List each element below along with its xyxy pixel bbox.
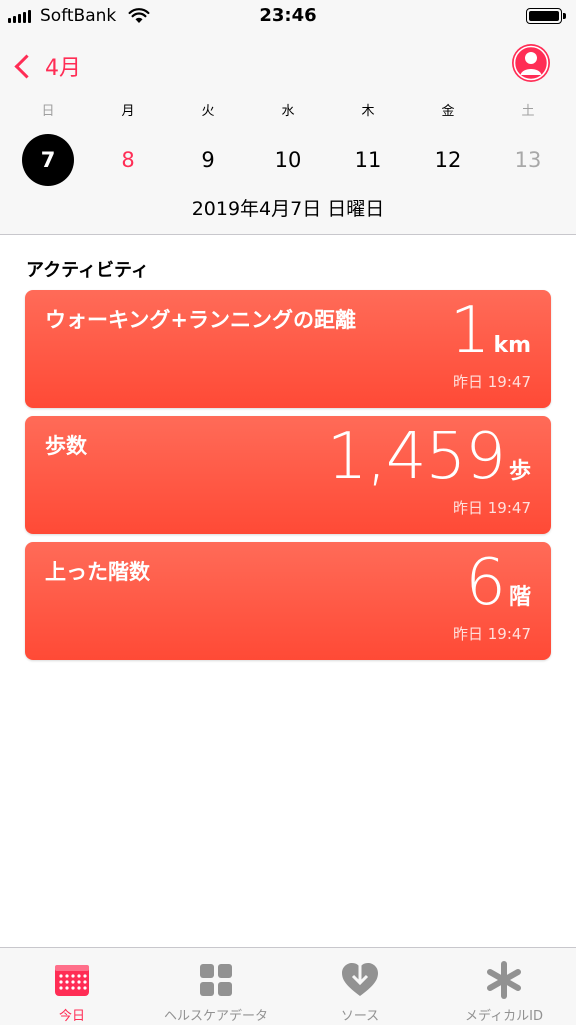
week-day-sat: 土 13 — [488, 100, 568, 186]
week-day-thu: 木 11 — [328, 100, 408, 186]
day-button[interactable]: 11 — [342, 134, 394, 186]
week-day-fri: 金 12 — [408, 100, 488, 186]
week-day-tue: 火 9 — [168, 100, 248, 186]
grid-icon — [200, 964, 232, 996]
weekday-label: 日 — [41, 104, 55, 119]
date-header: 4月 日 7 月 8 火 9 水 10 木 11 金 12 土 13 2019年… — [0, 34, 576, 235]
card-title: ウォーキング+ランニングの距離 — [45, 308, 356, 332]
steps-card[interactable]: 歩数 1,459 歩 昨日 19:47 — [25, 416, 551, 534]
profile-button[interactable] — [512, 44, 550, 82]
status-bar: SoftBank 23:46 — [0, 0, 576, 34]
value-number: 6 — [465, 546, 506, 620]
back-button[interactable]: 4月 — [10, 50, 81, 82]
calendar-icon — [55, 965, 89, 996]
weekday-label: 土 — [521, 104, 535, 119]
battery-tip — [563, 13, 566, 19]
day-button[interactable]: 12 — [422, 134, 474, 186]
person-circle-icon — [513, 45, 549, 81]
weekday-label: 火 — [201, 104, 215, 119]
day-button[interactable]: 7 — [22, 134, 74, 186]
weekday-label: 金 — [441, 104, 455, 119]
tab-sources[interactable]: ソース — [288, 948, 432, 1025]
value-unit: 階 — [508, 585, 531, 610]
tab-label: ヘルスケアデータ — [163, 1009, 268, 1024]
tab-bar: 今日 ヘルスケアデータ ソース メディカルID — [0, 947, 576, 1025]
chevron-left-icon — [14, 53, 39, 79]
card-value: 1 km — [450, 294, 531, 368]
tab-medical-id[interactable]: メディカルID — [432, 948, 576, 1025]
week-day-wed: 水 10 — [248, 100, 328, 186]
day-button[interactable]: 13 — [502, 134, 554, 186]
value-unit: km — [493, 333, 531, 358]
week-day-sun: 日 7 — [8, 100, 88, 186]
selected-date-label: 2019年4月7日 日曜日 — [191, 198, 385, 220]
card-title: 上った階数 — [45, 560, 150, 584]
section-title: アクティビティ — [26, 260, 149, 281]
status-time: 23:46 — [259, 5, 317, 26]
day-button[interactable]: 10 — [262, 134, 314, 186]
week-strip: 日 7 月 8 火 9 水 10 木 11 金 12 土 13 — [8, 100, 568, 186]
battery-icon — [526, 8, 562, 24]
weekday-label: 木 — [361, 104, 375, 119]
day-button[interactable]: 9 — [182, 134, 234, 186]
weekday-label: 水 — [281, 104, 295, 119]
tab-today[interactable]: 今日 — [0, 948, 144, 1025]
tab-label: ソース — [340, 1009, 380, 1024]
tab-label: 今日 — [58, 1009, 85, 1024]
walking-running-distance-card[interactable]: ウォーキング+ランニングの距離 1 km 昨日 19:47 — [25, 290, 551, 408]
value-number: 1 — [449, 294, 491, 368]
card-value: 1,459 歩 — [327, 420, 531, 494]
asterisk-icon — [487, 961, 521, 999]
value-number: 1,459 — [326, 420, 506, 494]
card-timestamp: 昨日 19:47 — [453, 373, 531, 391]
card-title: 歩数 — [45, 434, 87, 458]
value-unit: 歩 — [508, 459, 531, 484]
card-timestamp: 昨日 19:47 — [453, 499, 531, 517]
heart-download-icon — [342, 962, 378, 996]
back-label: 4月 — [45, 56, 81, 81]
card-value: 6 階 — [465, 546, 531, 620]
tab-health-data[interactable]: ヘルスケアデータ — [144, 948, 288, 1025]
weekday-label: 月 — [121, 104, 135, 119]
card-timestamp: 昨日 19:47 — [453, 625, 531, 643]
day-button[interactable]: 8 — [102, 134, 154, 186]
week-day-mon: 月 8 — [88, 100, 168, 186]
flights-climbed-card[interactable]: 上った階数 6 階 昨日 19:47 — [25, 542, 551, 660]
tab-label: メディカルID — [465, 1009, 543, 1024]
